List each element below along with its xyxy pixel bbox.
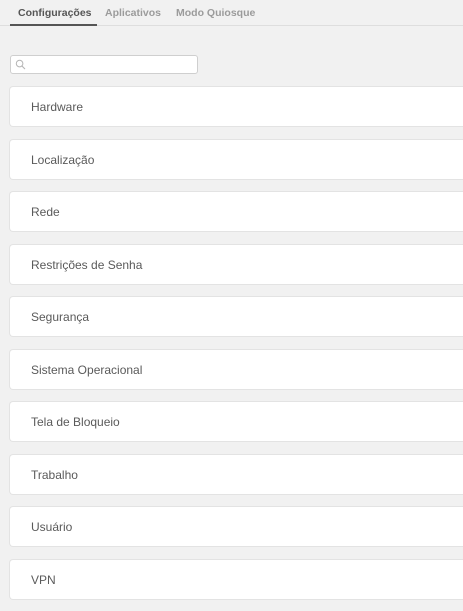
search-input[interactable]: [29, 56, 193, 73]
tab-modo-quiosque[interactable]: Modo Quiosque: [176, 7, 255, 19]
search-box[interactable]: [10, 55, 198, 74]
list-item-sistema-operacional[interactable]: Sistema Operacional: [9, 348, 463, 390]
list-item-label: Restrições de Senha: [31, 257, 143, 272]
list-item-trabalho[interactable]: Trabalho: [9, 453, 463, 495]
search-icon: [15, 59, 26, 70]
list-item-seguranca[interactable]: Segurança: [9, 296, 463, 337]
list-item-localizacao[interactable]: Localização: [9, 138, 463, 180]
list-item-label: Segurança: [31, 310, 90, 324]
list-item-label: Sistema Operacional: [31, 362, 143, 377]
list-item-label: Usuário: [31, 520, 73, 534]
list-item-tela-de-bloqueio[interactable]: Tela de Bloqueio: [9, 401, 463, 442]
active-tab-indicator: [10, 24, 97, 26]
list-item-label: Localização: [31, 152, 95, 167]
list-item-label: Hardware: [31, 100, 84, 114]
list-item-vpn[interactable]: VPN: [9, 558, 463, 600]
settings-list: Hardware Localização Rede Restrições de …: [9, 86, 463, 611]
list-item-label: VPN: [31, 572, 56, 587]
tab-bar: Configurações Aplicativos Modo Quiosque: [0, 0, 463, 26]
list-item-usuario[interactable]: Usuário: [9, 506, 463, 547]
tab-aplicativos[interactable]: Aplicativos: [105, 7, 161, 19]
list-item-rede[interactable]: Rede: [9, 191, 463, 232]
list-item-label: Trabalho: [31, 467, 78, 482]
tab-configuracoes[interactable]: Configurações: [18, 7, 92, 19]
list-item-label: Rede: [31, 205, 60, 219]
list-item-label: Tela de Bloqueio: [31, 415, 120, 429]
list-item-hardware[interactable]: Hardware: [9, 86, 463, 127]
list-item-restricoes-de-senha[interactable]: Restrições de Senha: [9, 243, 463, 285]
